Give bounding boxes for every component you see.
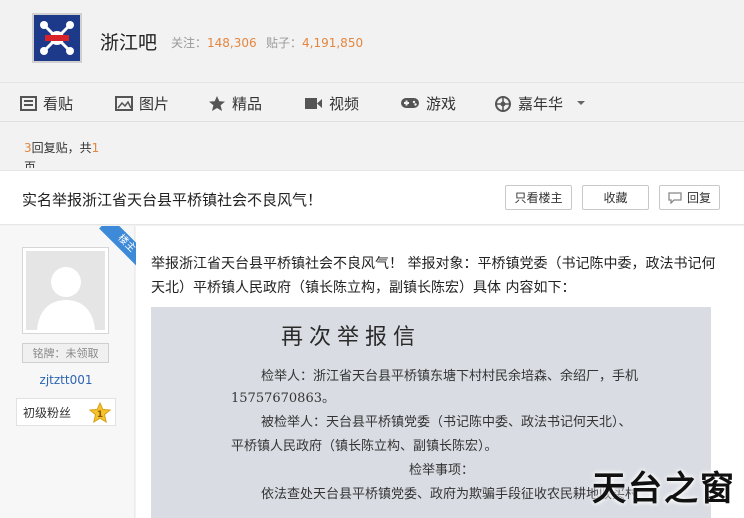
level-star-icon: 1	[89, 402, 111, 423]
fan-level[interactable]: 初级粉丝 1	[16, 398, 116, 426]
tab-video-label: 视频	[329, 94, 360, 113]
tab-carnival-label: 嘉年华	[518, 94, 564, 113]
only-op-button[interactable]: 只看楼主	[505, 185, 572, 210]
doc-line: 依法查处天台县平桥镇党委、政府为欺骗手段征收农民耕地收买村	[261, 487, 639, 502]
thread-title-bar: 实名举报浙江省天台县平桥镇社会不良风气！ 只看楼主 收藏 回复	[0, 170, 744, 225]
site-watermark: 天台之窗	[592, 469, 736, 509]
forum-header: 浙江吧 关注：148,306 贴子：4,191,850	[0, 0, 744, 82]
tab-images[interactable]: 图片	[115, 93, 169, 113]
tab-carnival[interactable]: 嘉年华	[494, 93, 589, 113]
tab-featured[interactable]: 精品	[208, 93, 262, 113]
list-icon	[20, 95, 37, 111]
tab-images-label: 图片	[139, 94, 170, 113]
reply-button-label: 回复	[686, 191, 711, 205]
level-number: 1	[97, 410, 103, 420]
favorite-button[interactable]: 收藏	[582, 185, 649, 210]
tab-video[interactable]: 视频	[304, 93, 359, 113]
comment-icon	[668, 191, 682, 204]
tab-games-label: 游戏	[426, 94, 457, 113]
nameplate-badge[interactable]: 铭牌：未领取	[22, 343, 109, 363]
carnival-icon	[495, 95, 511, 112]
op-ribbon: 楼主	[92, 226, 136, 270]
author-username[interactable]: zjtztt001	[0, 373, 132, 387]
forum-logo[interactable]	[32, 13, 82, 63]
follow-stat: 关注：148,306	[171, 34, 257, 51]
reply-summary: 3回复贴，共1	[24, 139, 99, 156]
doc-line: 被检举人：天台县平桥镇党委（书记陈中委、政法书记何天北）、	[261, 415, 632, 430]
doc-title: 再次举报信	[280, 325, 421, 350]
doc-line: 平桥镇人民政府（镇长陈立构、副镇长陈宏）。	[231, 439, 498, 454]
forum-name[interactable]: 浙江吧	[100, 28, 157, 55]
thread-title: 实名举报浙江省天台县平桥镇社会不良风气！	[22, 191, 323, 209]
reply-count: 3	[24, 141, 32, 155]
post-body: 举报浙江省天台县平桥镇社会不良风气！ 举报对象：平桥镇党委（书记陈中委，政法书记…	[151, 256, 716, 296]
page-unit: 页	[24, 160, 37, 168]
gamepad-icon	[401, 98, 419, 108]
post-content: 举报浙江省天台县平桥镇社会不良风气！ 举报对象：平桥镇党委（书记陈中委，政法书记…	[136, 226, 744, 518]
reply-text: 回复贴，共	[31, 141, 92, 155]
reply-button[interactable]: 回复	[659, 185, 720, 210]
op-ribbon-label: 楼主	[99, 226, 136, 270]
image-icon	[115, 95, 133, 111]
tab-posts[interactable]: 看贴	[20, 93, 73, 113]
follow-count: 148,306	[207, 36, 257, 50]
doc-line: 检举事项：	[409, 463, 475, 478]
forum-nav: 看贴 图片 精品 视频 游戏 嘉年华	[0, 82, 744, 122]
doc-line: 检举人：浙江省天台县平桥镇东塘下村村民余培森、余绍厂，手机	[261, 369, 639, 384]
follow-label: 关注：	[171, 36, 208, 50]
posts-stat: 贴子：4,191,850	[266, 34, 363, 51]
video-icon	[305, 97, 322, 109]
doc-line: 15757670863。	[231, 391, 335, 406]
tab-featured-label: 精品	[232, 94, 263, 113]
fan-level-title: 初级粉丝	[23, 405, 72, 420]
posts-label: 贴子：	[266, 36, 303, 50]
tab-posts-label: 看贴	[43, 94, 74, 113]
posts-count: 4,191,850	[302, 36, 364, 50]
tab-games[interactable]: 游戏	[400, 93, 456, 113]
chevron-down-icon	[577, 101, 586, 105]
star-icon	[209, 95, 225, 111]
page-count: 1	[91, 141, 100, 155]
